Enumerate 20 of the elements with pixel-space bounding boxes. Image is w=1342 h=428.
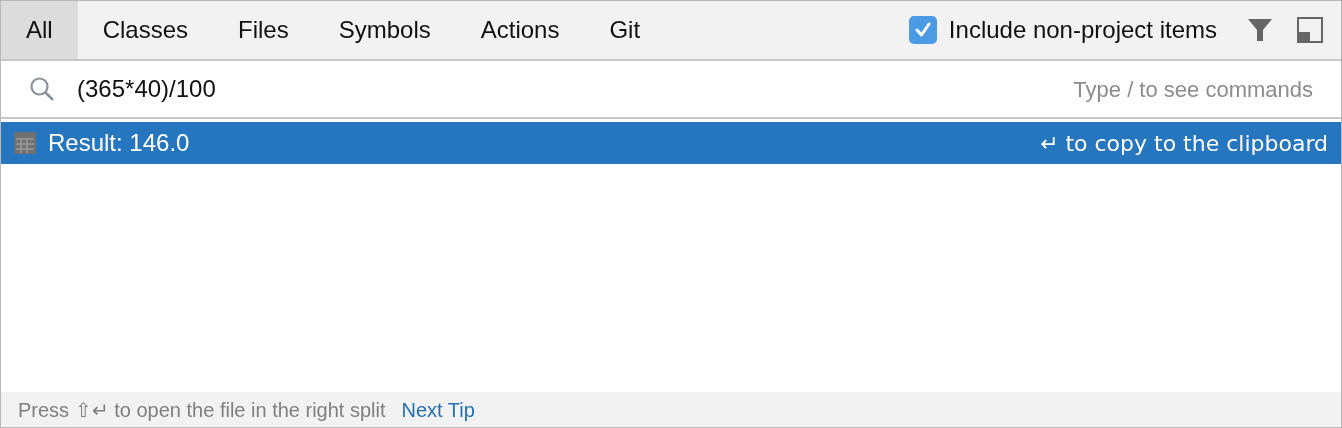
window-icon[interactable] xyxy=(1297,17,1323,43)
result-row[interactable]: Result: 146.0 ↵ to copy to the clipboard xyxy=(1,122,1341,164)
tab[interactable]: Classes xyxy=(77,1,214,59)
tip-text: Press ⇧↵ to open the file in the right split xyxy=(18,397,386,423)
search-input[interactable]: (365*40)/100 xyxy=(77,71,1074,107)
calculator-icon xyxy=(13,131,37,155)
search-icon xyxy=(29,76,55,102)
checkbox[interactable] xyxy=(908,16,937,44)
tab[interactable]: Symbols xyxy=(313,1,456,59)
search-hint: Type / to see commands xyxy=(1073,75,1313,104)
result-text: Result: 146.0 xyxy=(48,128,191,158)
include-checkbox[interactable]: Include non-project items xyxy=(908,1,1217,59)
next-tip-link[interactable]: Next Tip xyxy=(401,394,475,425)
filter-icon[interactable] xyxy=(1247,17,1273,43)
tab[interactable]: Git xyxy=(584,1,666,59)
result-hint: ↵ to copy to the clipboard xyxy=(1039,129,1328,158)
tab[interactable]: All xyxy=(1,1,78,59)
tab[interactable]: Actions xyxy=(455,1,585,59)
search-field[interactable]: (365*40)/100 Type / to see commands xyxy=(1,61,1341,119)
tab[interactable]: Files xyxy=(213,1,314,59)
